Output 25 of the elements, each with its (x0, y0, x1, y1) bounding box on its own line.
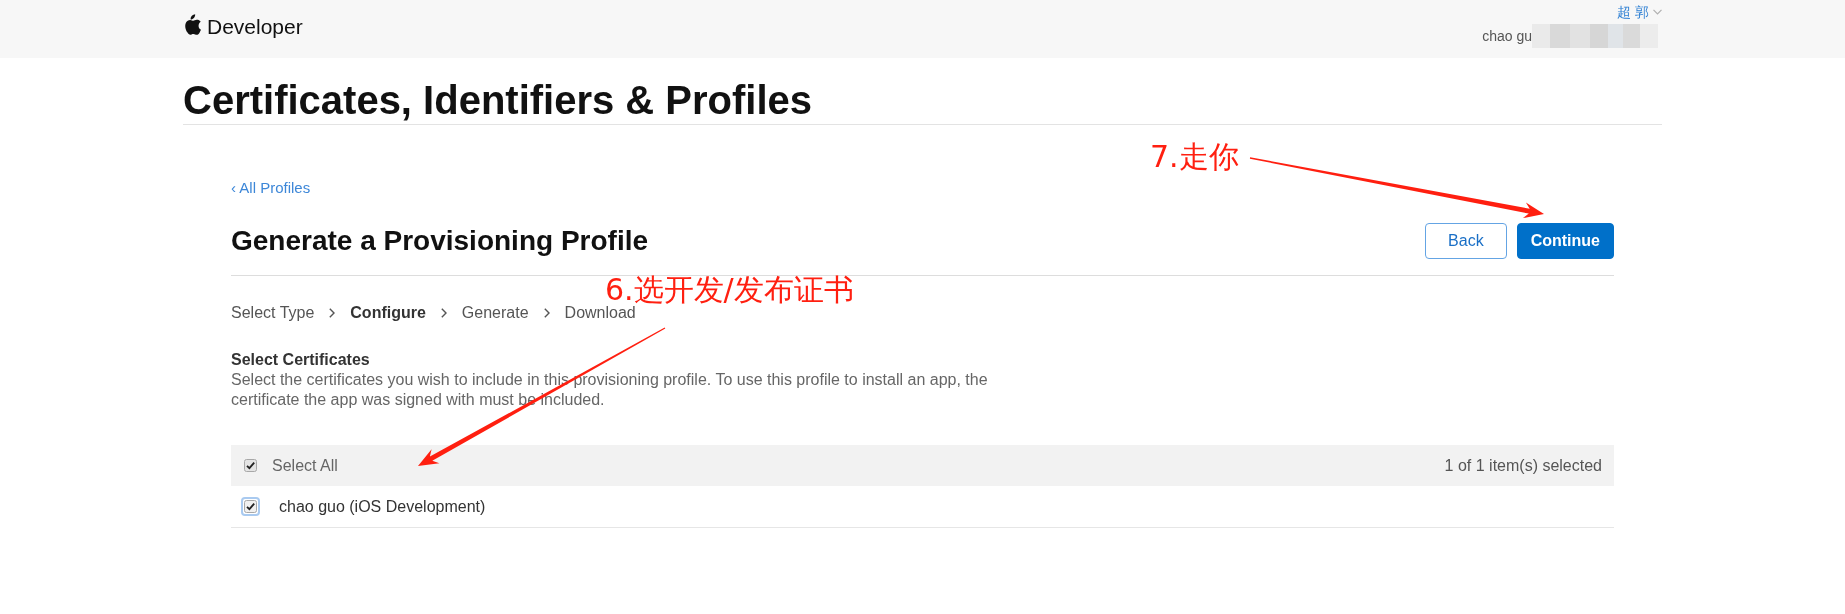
step-item: Generate (461, 303, 529, 323)
step-item: Configure (350, 303, 426, 323)
annotation-text: 7.走你 (1150, 140, 1239, 174)
chevron-right-icon (543, 308, 550, 318)
selection-count: 1 of 1 item(s) selected (1444, 456, 1602, 475)
continue-button[interactable]: Continue (1516, 223, 1614, 259)
select-all-label: Select All (272, 456, 338, 475)
step-item: Download (564, 304, 636, 323)
page-heading: Generate a Provisioning Profile (231, 224, 648, 258)
chevron-right-icon (329, 308, 336, 318)
section-title: Select Certificates (231, 351, 370, 368)
back-button[interactable]: Back (1425, 223, 1507, 259)
user-menu-button[interactable]: 超 郭 (1617, 3, 1662, 21)
back-link[interactable]: ‹ All Profiles (231, 178, 311, 198)
account-name: chao gu (1482, 27, 1532, 46)
certificate-checkbox[interactable] (241, 497, 260, 516)
select-all-checkbox[interactable] (244, 459, 257, 472)
chevron-down-icon (1653, 9, 1662, 15)
chevron-right-icon (440, 308, 447, 318)
step-item: Select Type (231, 303, 315, 323)
certificate-name: chao guo (iOS Development) (279, 497, 486, 516)
apple-icon (183, 14, 201, 36)
annotation-text: 6.选开发/发布证书 (605, 273, 854, 307)
developer-home-link[interactable]: Developer (183, 15, 303, 39)
page-title: Certificates, Identifiers & Profiles (183, 78, 1662, 125)
